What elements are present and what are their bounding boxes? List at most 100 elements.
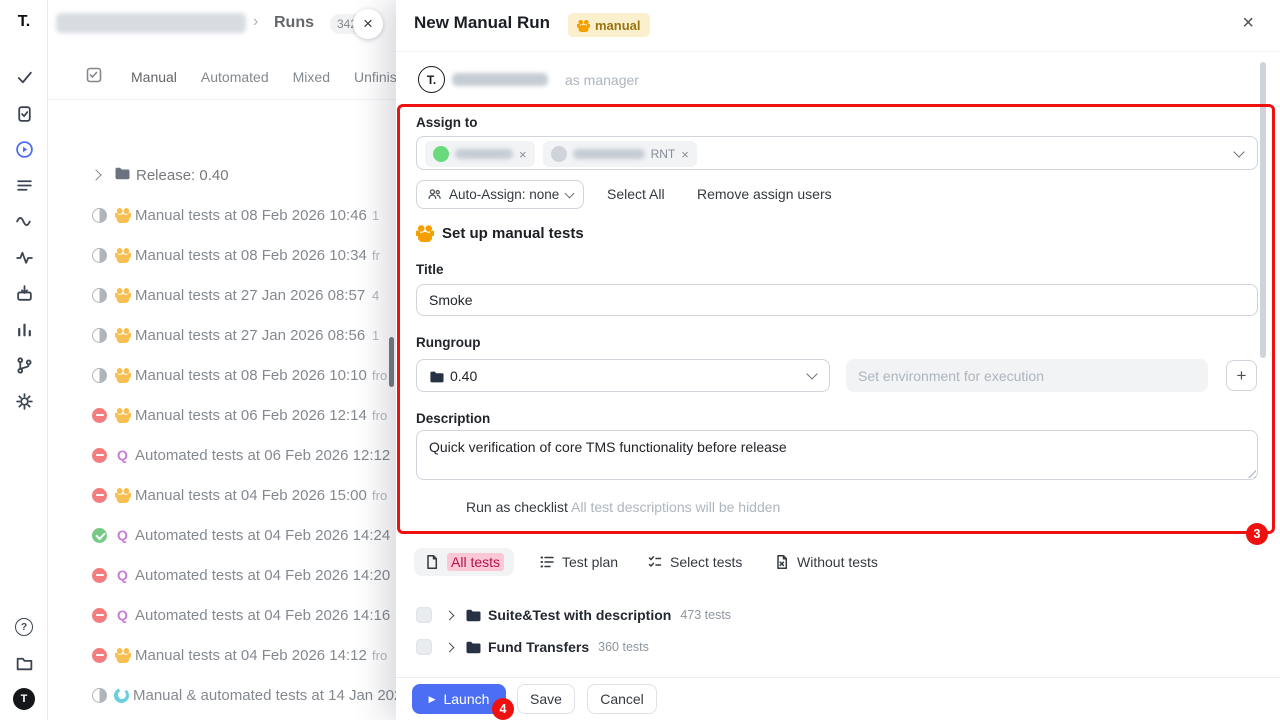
run-type-badge: manual [568,13,650,37]
run-title: Manual & automated tests at 14 Jan 2026 [133,687,396,704]
app-window: T. › Runs 342 [0,0,1280,720]
app-logo[interactable]: T. [0,7,48,37]
assignee-chip[interactable]: × [425,141,535,167]
tab-without-tests[interactable]: Without tests [774,548,878,576]
chevron-right-icon[interactable] [445,610,455,620]
users-icon [427,187,442,202]
tab-automated[interactable]: Automated [201,69,269,85]
tab-mixed[interactable]: Mixed [293,69,330,85]
manager-name-redacted [452,73,548,86]
tasks-check-icon[interactable] [0,62,48,92]
file-x-icon [774,554,790,570]
list-icon[interactable] [0,170,48,200]
status-in-progress-icon [92,368,107,383]
manual-run-icon [114,367,131,384]
help-icon[interactable] [0,612,48,642]
status-in-progress-icon [92,688,107,703]
tab-test-plan[interactable]: Test plan [539,548,618,576]
tab-label: Select tests [670,554,742,570]
modal-scrollbar[interactable] [1260,62,1266,358]
manual-run-icon [114,487,131,504]
settings-gear-icon[interactable] [0,386,48,416]
assign-to-multiselect[interactable]: × RNT × [416,136,1258,170]
analytics-icon[interactable] [0,314,48,344]
description-textarea[interactable]: Quick verification of core TMS functiona… [416,430,1258,480]
folder-icon [429,369,444,384]
suite-checkbox[interactable] [416,607,432,623]
modal-title: New Manual Run [414,13,550,33]
run-meta: fro [372,648,387,663]
clipboard-check-icon[interactable] [0,98,48,128]
tab-all-tests[interactable]: All tests [414,548,514,576]
chevron-down-icon [806,368,817,379]
select-all-link[interactable]: Select All [607,186,665,202]
automated-run-icon [114,607,131,624]
modal-close-icon[interactable]: × [1242,13,1254,33]
runs-view-icon[interactable] [85,66,103,89]
launch-button[interactable]: ▶ Launch [412,684,506,714]
runs-play-icon[interactable] [0,134,48,164]
chevron-down-icon[interactable] [1233,146,1244,157]
run-row[interactable]: Manual tests at 27 Jan 2026 08:574 [48,275,396,315]
tab-label: All tests [447,553,504,571]
drawer-close-button[interactable]: × [353,9,383,39]
projects-folder-icon[interactable] [0,648,48,678]
run-row[interactable]: Manual tests at 04 Feb 2026 14:12fro [48,635,396,675]
run-row[interactable]: Manual tests at 27 Jan 2026 08:561 [48,315,396,355]
wave-icon[interactable] [0,206,48,236]
cancel-button[interactable]: Cancel [587,684,657,714]
add-environment-button[interactable]: + [1226,360,1257,391]
remove-assign-users-link[interactable]: Remove assign users [697,186,832,202]
run-meta: fro [372,408,387,423]
suite-test-count: 360 tests [598,640,649,654]
run-row[interactable]: Automated tests at 04 Feb 2026 14:24 [48,515,396,555]
environment-input[interactable] [846,359,1208,392]
run-row[interactable]: Manual tests at 08 Feb 2026 10:461 [48,195,396,235]
suite-row[interactable]: Fund Transfers 360 tests [416,634,649,660]
run-row[interactable]: Manual tests at 04 Feb 2026 15:00fro [48,475,396,515]
save-button[interactable]: Save [517,684,575,714]
remove-assignee-icon[interactable]: × [519,147,527,162]
auto-assign-label: Auto-Assign: none [449,187,559,202]
run-row[interactable]: Automated tests at 04 Feb 2026 14:20 [48,555,396,595]
checklist-icon [647,554,663,570]
remove-assignee-icon[interactable]: × [681,147,689,162]
auto-assign-dropdown[interactable]: Auto-Assign: none [416,180,584,209]
run-row[interactable]: Manual tests at 08 Feb 2026 10:34fr [48,235,396,275]
run-row[interactable]: Manual tests at 06 Feb 2026 12:14fro [48,395,396,435]
chevron-right-icon[interactable] [445,642,455,652]
suite-row[interactable]: Suite&Test with description 473 tests [416,602,731,628]
pulse-icon[interactable] [0,242,48,272]
run-list: Release: 0.40 Manual tests at 08 Feb 202… [48,155,396,715]
import-box-icon[interactable] [0,278,48,308]
title-label: Title [416,262,444,277]
run-title: Manual tests at 08 Feb 2026 10:46 [135,207,367,224]
profile-avatar[interactable] [0,684,48,714]
run-row[interactable]: Automated tests at 06 Feb 2026 12:12 [48,435,396,475]
chevron-right-icon [90,169,101,180]
run-row[interactable]: Manual tests at 08 Feb 2026 10:10fro [48,355,396,395]
assignee-chip[interactable]: RNT × [543,141,697,167]
tab-unfinished[interactable]: Unfinished [354,69,396,85]
suite-name: Suite&Test with description [488,607,671,623]
tab-label: Test plan [562,554,618,570]
modal-header: New Manual Run manual × [396,0,1280,52]
run-group-folder[interactable]: Release: 0.40 [48,155,396,195]
tab-select-tests[interactable]: Select tests [647,548,742,576]
manual-run-icon [114,647,131,664]
automated-run-icon [114,447,131,464]
tab-manual[interactable]: Manual [131,69,177,85]
branches-icon[interactable] [0,350,48,380]
run-row[interactable]: Manual & automated tests at 14 Jan 2026 [48,675,396,715]
file-icon [424,554,440,570]
suite-checkbox[interactable] [416,639,432,655]
project-name-redacted[interactable] [56,13,246,33]
title-input[interactable] [417,285,1257,315]
status-in-progress-icon [92,288,107,303]
suite-test-count: 473 tests [680,608,731,622]
run-list-scrollbar[interactable] [389,337,394,387]
status-failed-icon [92,608,107,623]
rungroup-select[interactable]: 0.40 [416,359,830,392]
assignee-name-redacted [573,149,645,159]
run-row[interactable]: Automated tests at 04 Feb 2026 14:16 [48,595,396,635]
